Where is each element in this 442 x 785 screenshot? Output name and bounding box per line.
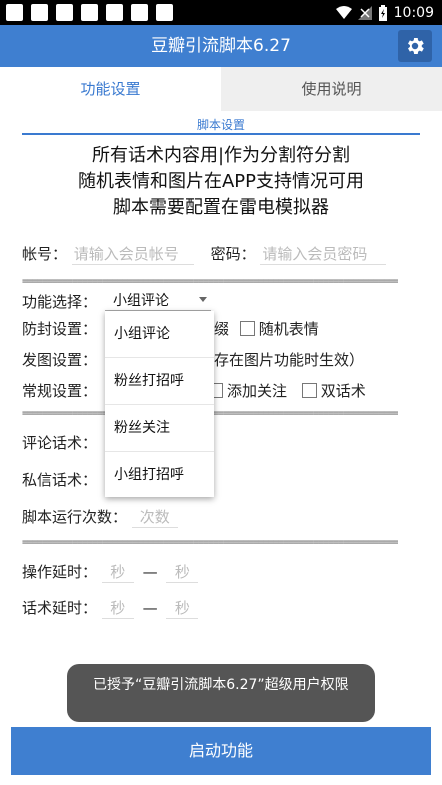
image-setting-note: 存在图片功能时生效）	[214, 351, 365, 369]
tab-usage-instructions[interactable]: 使用说明	[221, 67, 442, 111]
anti-block-label: 防封设置：	[22, 320, 98, 338]
app-bar: 豆瓣引流脚本6.27	[0, 25, 442, 67]
run-count-row: 脚本运行次数： 次数	[22, 506, 178, 528]
suffix-option-label: 缀	[214, 320, 230, 338]
notification-icon	[156, 4, 173, 21]
general-setting-row: 常规设置：	[22, 380, 97, 401]
notification-icon	[31, 4, 48, 21]
script-delay-from-input[interactable]: 秒	[101, 597, 134, 619]
add-follow-label: 添加关注	[227, 382, 288, 400]
toast-message: 已授予“豆瓣引流脚本6.27”超级用户权限	[67, 664, 375, 722]
dropdown-option-group-comment[interactable]: 小组评论	[105, 311, 214, 358]
function-select-value: 小组评论	[113, 293, 169, 309]
battery-icon	[378, 4, 387, 21]
info-line: 随机表情和图片在APP支持情况可用	[77, 171, 365, 192]
general-setting-options: 添加关注 双话术	[208, 380, 366, 401]
op-delay-row: 操作延时： 秒 — 秒	[22, 561, 199, 583]
random-emoji-checkbox[interactable]	[239, 321, 255, 336]
comment-script-row: 评论话术：	[22, 432, 97, 453]
comment-script-label: 评论话术：	[22, 434, 98, 452]
anti-block-row: 防封设置：	[22, 318, 97, 339]
op-delay-to-input[interactable]: 秒	[166, 561, 199, 583]
section-divider	[22, 133, 420, 135]
notification-icon	[106, 4, 123, 21]
run-count-label: 脚本运行次数：	[22, 508, 128, 526]
image-setting-row: 发图设置：	[22, 349, 97, 370]
account-input[interactable]: 请输入会员帐号	[71, 243, 194, 265]
signal-icon	[357, 5, 372, 20]
password-label: 密码：	[210, 245, 256, 263]
account-row: 帐号： 请输入会员帐号 密码： 请输入会员密码	[22, 243, 387, 265]
function-dropdown-menu: 小组评论 粉丝打招呼 粉丝关注 小组打招呼	[105, 311, 214, 497]
general-setting-label: 常规设置：	[22, 382, 98, 400]
dropdown-option-fans-follow[interactable]: 粉丝关注	[105, 405, 214, 452]
function-select-row: 功能选择：	[22, 291, 97, 312]
separator: ========================================…	[22, 276, 398, 287]
account-label: 帐号：	[22, 245, 68, 263]
op-delay-from-input[interactable]: 秒	[101, 561, 134, 583]
dm-script-label: 私信话术：	[22, 471, 98, 489]
dual-script-checkbox[interactable]	[301, 383, 317, 398]
notification-icon	[56, 4, 73, 21]
tab-function-settings[interactable]: 功能设置	[0, 67, 221, 111]
wifi-icon	[335, 5, 352, 19]
notification-icon	[131, 4, 148, 21]
random-emoji-label: 随机表情	[258, 320, 319, 338]
settings-button[interactable]	[398, 30, 432, 62]
gear-icon	[408, 38, 424, 54]
range-dash: —	[142, 599, 158, 617]
password-input[interactable]: 请输入会员密码	[260, 243, 387, 265]
script-delay-label: 话术延时：	[22, 599, 98, 617]
tab-bar: 功能设置 使用说明	[0, 67, 442, 111]
function-select-label: 功能选择：	[22, 293, 98, 311]
section-caption: 脚本设置	[196, 118, 245, 132]
op-delay-label: 操作延时：	[22, 563, 98, 581]
notification-icon	[6, 4, 23, 21]
script-delay-row: 话术延时： 秒 — 秒	[22, 597, 199, 619]
start-button[interactable]: 启动功能	[11, 727, 431, 775]
range-dash: —	[142, 563, 158, 581]
app-title: 豆瓣引流脚本6.27	[151, 36, 291, 56]
image-setting-label: 发图设置：	[22, 351, 98, 369]
dropdown-arrow-icon	[199, 297, 207, 302]
dropdown-option-group-greet[interactable]: 小组打招呼	[105, 452, 214, 498]
separator: ========================================…	[22, 537, 398, 548]
info-line: 脚本需要配置在雷电模拟器	[113, 197, 329, 218]
dropdown-option-fans-greet[interactable]: 粉丝打招呼	[105, 358, 214, 405]
info-line: 所有话术内容用|作为分割符分割	[91, 145, 351, 166]
dual-script-label: 双话术	[320, 382, 366, 400]
script-delay-to-input[interactable]: 秒	[166, 597, 199, 619]
run-count-input[interactable]: 次数	[131, 506, 178, 528]
anti-block-options: 缀 随机表情	[214, 318, 319, 339]
notification-icon	[81, 4, 98, 21]
function-select[interactable]: 小组评论	[105, 290, 211, 311]
dm-script-row: 私信话术：	[22, 469, 97, 490]
status-bar: 10:09	[0, 0, 442, 25]
clock: 10:09	[393, 4, 434, 21]
